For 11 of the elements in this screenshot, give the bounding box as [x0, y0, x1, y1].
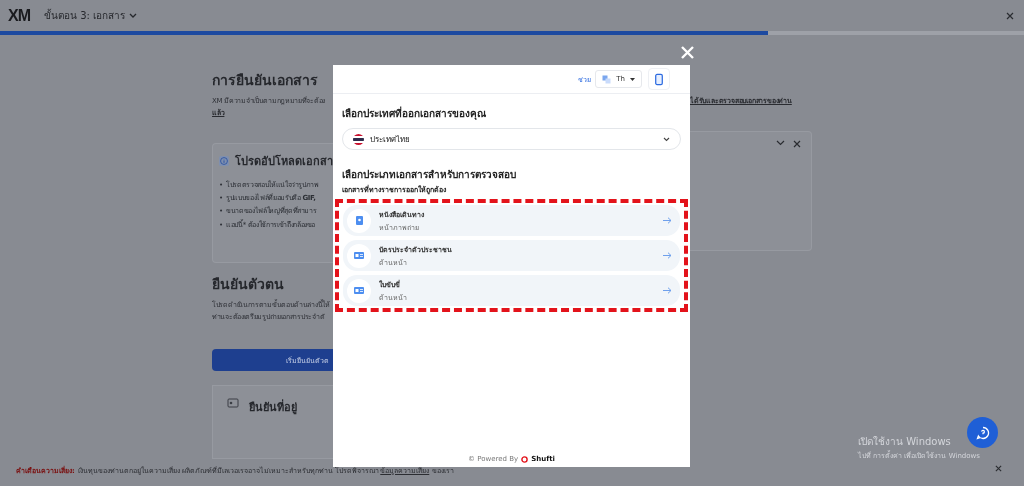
logo[interactable]: XM	[8, 6, 30, 25]
section-title: ยืนยันตัวตน	[212, 275, 285, 294]
document-type-label: เลือกประเภทเอกสารสำหรับการตรวจสอบ	[342, 168, 517, 182]
address-title: ยืนยันที่อยู่	[249, 398, 297, 416]
country-label: เลือกประเทศที่ออกเอกสารของคุณ	[342, 106, 487, 121]
page-title: การยืนยันเอกสาร	[212, 71, 319, 90]
notice-title: โปรดอัปโหลดเอกสา	[235, 153, 333, 170]
country-select[interactable]: ประเทศไทย	[342, 128, 681, 150]
step-dropdown[interactable]: ขั้นตอน 3: เอกสาร	[44, 8, 138, 23]
activation-title: เปิดใช้งาน Windows	[858, 435, 951, 449]
country-value: ประเทศไทย	[370, 133, 411, 146]
